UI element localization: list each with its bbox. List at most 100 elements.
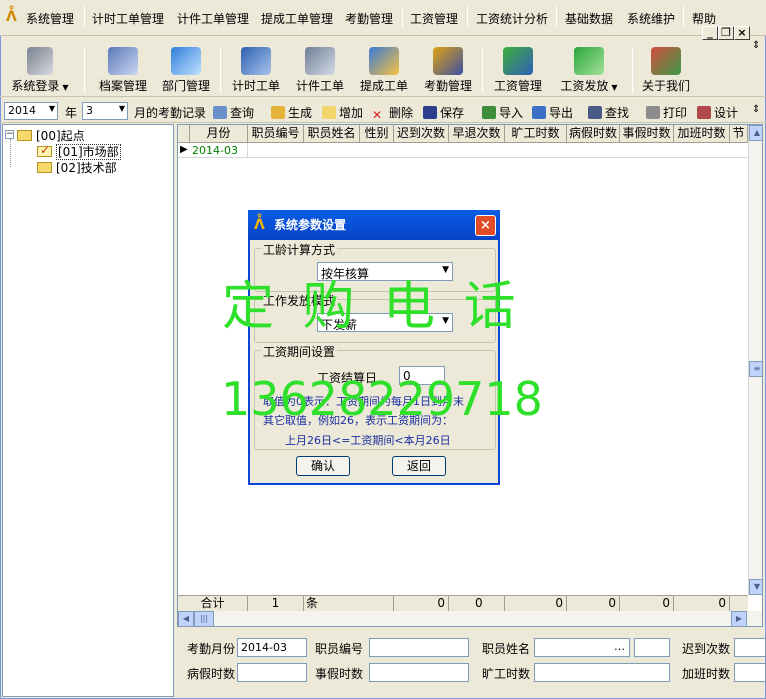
tree-line	[10, 139, 11, 167]
menu-separator	[683, 6, 684, 28]
hscroll-thumb[interactable]: |||	[194, 611, 214, 626]
salary-payout-button[interactable]: 工资发放 ▼	[554, 45, 624, 95]
save-button[interactable]: 保存	[423, 104, 464, 121]
menu-timed-order[interactable]: 计时工单管理	[92, 10, 164, 27]
header-holiday[interactable]: 节	[730, 125, 748, 143]
menu-system[interactable]: 系统管理	[26, 10, 74, 27]
query-button[interactable]: 查询	[213, 104, 254, 121]
late-field[interactable]	[734, 638, 766, 657]
key-icon	[27, 47, 53, 75]
menu-attendance[interactable]: 考勤管理	[345, 10, 393, 27]
checked-folder-icon: ✓	[37, 143, 52, 157]
seniority-group-label: 工龄计算方式	[261, 241, 338, 258]
tree-node-market[interactable]: ✓ [01]市场部	[37, 143, 121, 160]
browse-button[interactable]: …	[614, 640, 625, 653]
header-overtime[interactable]: 加班时数	[674, 125, 730, 143]
import-button[interactable]: 导入	[482, 104, 523, 121]
horizontal-scrollbar[interactable]: ◀ ||| ▶	[178, 611, 762, 626]
commission-order-button[interactable]: 提成工单	[356, 45, 412, 95]
footer-absent: 0	[505, 596, 567, 612]
footer-sick: 0	[567, 596, 620, 612]
login-button[interactable]: 系统登录 ▼	[8, 45, 72, 95]
absent-field[interactable]	[534, 663, 670, 682]
dialog-close-button[interactable]: ×	[475, 215, 496, 236]
minimize-button[interactable]: _	[702, 26, 718, 40]
import-icon	[482, 106, 496, 119]
main-toolbar: 系统登录 ▼ 档案管理 部门管理 计时工单 计件工单 提成工单 考勤管理 工资管理…	[0, 43, 766, 97]
restore-button[interactable]: ❐	[718, 26, 734, 40]
find-label: 查找	[605, 106, 630, 120]
chevron-down-icon: ▼	[442, 316, 449, 326]
overtime-field[interactable]	[734, 663, 766, 682]
year-select[interactable]: 2014 ▼	[4, 102, 58, 120]
menu-help[interactable]: 帮助	[692, 10, 716, 27]
scroll-thumb[interactable]: ≡	[749, 361, 762, 377]
print-button[interactable]: 打印	[646, 104, 687, 121]
seniority-value: 按年核算	[321, 267, 370, 281]
tree-node-tech[interactable]: [02]技术部	[37, 159, 117, 176]
menu-salary[interactable]: 工资管理	[410, 10, 458, 27]
export-button[interactable]: 导出	[532, 104, 573, 121]
header-gender[interactable]: 性别	[360, 125, 394, 143]
collapse-icon[interactable]: −	[5, 130, 14, 139]
sick-field[interactable]	[237, 663, 307, 682]
header-emp-no[interactable]: 职员编号	[248, 125, 304, 143]
menu-maintenance[interactable]: 系统维护	[627, 10, 675, 27]
design-button[interactable]: 设计	[697, 104, 738, 121]
scroll-right-icon[interactable]: ▶	[731, 611, 747, 626]
personal-field[interactable]	[369, 663, 469, 682]
month-select[interactable]: 3 ▼	[82, 102, 128, 120]
header-emp-name[interactable]: 职员姓名	[304, 125, 360, 143]
header-month[interactable]: 月份	[190, 125, 248, 143]
about-button[interactable]: 关于我们	[638, 45, 694, 95]
menu-base-data[interactable]: 基础数据	[565, 10, 613, 27]
header-early[interactable]: 早退次数	[449, 125, 505, 143]
seniority-select[interactable]: 按年核算 ▼	[317, 262, 453, 281]
scroll-down-icon[interactable]: ▼	[749, 579, 762, 595]
year-label: 年	[65, 106, 78, 120]
delete-button[interactable]: ✕ 删除	[372, 104, 413, 122]
department-icon	[171, 47, 201, 75]
scroll-left-icon[interactable]: ◀	[178, 611, 194, 626]
generate-button[interactable]: 生成	[271, 104, 312, 121]
cell-divider	[247, 143, 248, 158]
month-field[interactable]: 2014-03	[237, 638, 307, 657]
vertical-scrollbar[interactable]: ▲ ≡ ▼	[748, 125, 762, 595]
close-window-button[interactable]: ×	[734, 26, 750, 40]
menu-commission-order[interactable]: 提成工单管理	[261, 10, 333, 27]
pay-mode-select[interactable]: 下发薪 ▼	[317, 313, 453, 332]
attendance-icon	[433, 47, 463, 75]
department-button[interactable]: 部门管理	[158, 45, 214, 95]
header-late[interactable]: 迟到次数	[394, 125, 449, 143]
scroll-up-icon[interactable]: ▲	[749, 125, 762, 141]
emp-name-field[interactable]: …	[534, 638, 630, 657]
gender-field[interactable]	[634, 638, 670, 657]
dialog-titlebar[interactable]: ᐰ 系统参数设置 ×	[248, 210, 500, 240]
timed-order-button[interactable]: 计时工单	[228, 45, 284, 95]
attendance-toolbar: 2014 ▼ 年 3 ▼ 月的考勤记录 查询 生成 增加 ✕ 删除 保存 导入 导出 …	[0, 99, 766, 123]
cell-month[interactable]: 2014-03	[192, 144, 238, 157]
footer-overtime: 0	[674, 596, 730, 612]
salary-button[interactable]: 工资管理	[490, 45, 546, 95]
confirm-button[interactable]: 确认	[296, 456, 350, 476]
back-button[interactable]: 返回	[392, 456, 446, 476]
archive-button[interactable]: 档案管理	[96, 45, 150, 95]
attendance-button[interactable]: 考勤管理	[420, 45, 476, 95]
header-personal[interactable]: 事假时数	[620, 125, 674, 143]
menu-piece-order[interactable]: 计件工单管理	[177, 10, 249, 27]
tree-node-root[interactable]: [00]起点	[17, 127, 85, 144]
emp-name-field-label: 职员姓名	[482, 642, 531, 656]
table-row[interactable]: ▶ 2014-03	[178, 143, 748, 158]
header-sick[interactable]: 病假时数	[567, 125, 620, 143]
emp-no-field[interactable]	[369, 638, 469, 657]
add-button[interactable]: 增加	[322, 104, 363, 121]
salary-icon	[503, 47, 533, 75]
settle-day-input[interactable]: 0	[399, 366, 445, 385]
header-absent[interactable]: 旷工时数	[505, 125, 567, 143]
menu-salary-stats[interactable]: 工资统计分析	[476, 10, 548, 27]
find-button[interactable]: 查找	[588, 104, 629, 121]
chevron-down-icon: ▼	[118, 104, 125, 113]
about-label: 关于我们	[641, 79, 690, 93]
footer-personal: 0	[620, 596, 674, 612]
piece-order-button[interactable]: 计件工单	[292, 45, 348, 95]
